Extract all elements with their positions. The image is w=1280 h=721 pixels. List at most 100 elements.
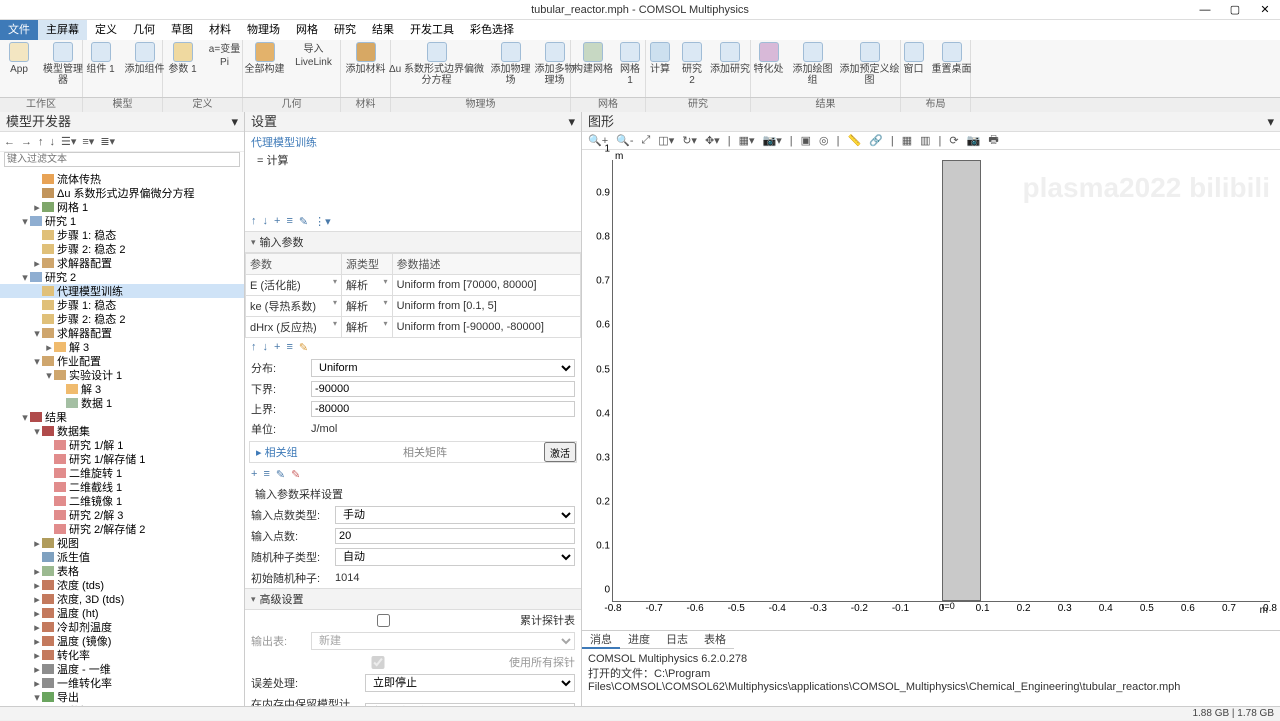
tree-item[interactable]: 代理模型训练 [0,284,244,298]
addstudy-button[interactable]: 添加研究 [710,42,750,86]
activate-button[interactable]: 激活 [544,442,576,462]
tree-item[interactable]: ▸冷却剂温度 [0,620,244,634]
npoints-type-select[interactable]: 手动 [335,506,575,524]
tree-item[interactable]: ▸浓度 (tds) [0,578,244,592]
tab-table[interactable]: 表格 [696,631,734,649]
measure-icon[interactable]: 📏 [845,134,863,147]
refresh-icon[interactable]: ⟳ [947,134,960,147]
tree-filter-input[interactable] [4,152,240,167]
print-icon[interactable]: 🖶 [986,131,1000,150]
compute-button[interactable]: 计算 [646,42,674,86]
tree-item[interactable]: 数据 1 [0,396,244,410]
addpredefplot-button[interactable]: 添加预定义绘图 [840,42,900,86]
tree-item[interactable]: 研究 1/解 1 [0,438,244,452]
grid-icon[interactable]: ▦ [900,134,914,147]
tree-item[interactable]: 流体传热 [0,172,244,186]
tree-item[interactable]: 步骤 1: 稳态 [0,298,244,312]
maximize-button[interactable]: ▢ [1220,0,1250,20]
tree-item[interactable]: 步骤 1: 稳态 [0,228,244,242]
tree-item[interactable]: 二维截线 1 [0,480,244,494]
feature-button[interactable]: 特化处 [752,42,786,86]
buildmesh-button[interactable]: 构建网格 [573,42,613,86]
nav-fwd-icon[interactable]: → [21,136,32,148]
pde-button[interactable]: Δu 系数形式边界偏微分方程 [387,42,487,86]
zoom-extents-icon[interactable]: ⤢ [639,134,652,147]
tab-log[interactable]: 日志 [658,631,696,649]
tree-item[interactable]: 二维镜像 1 [0,494,244,508]
tree-item[interactable]: ▾研究 2 [0,270,244,284]
model-tree[interactable]: 流体传热Δu 系数形式边界偏微分方程▸网格 1▾研究 1步骤 1: 稳态步骤 2… [0,170,244,706]
accum-probe-checkbox[interactable] [251,614,516,627]
plot-canvas[interactable]: plasma2022 bilibili m 00.10.20.30.40.50.… [582,150,1280,630]
tab-devtools[interactable]: 开发工具 [402,20,462,40]
expand-icon[interactable]: ≣▾ [100,135,115,148]
tab-messages[interactable]: 消息 [582,631,620,649]
upperbound-input[interactable] [311,401,575,417]
tree-item[interactable]: ▾作业配置 [0,354,244,368]
app-button[interactable]: App [0,42,39,86]
lowerbound-input[interactable] [311,381,575,397]
meshseq-button[interactable]: 网格 1 [617,42,643,86]
tree-item[interactable]: ▾导出 [0,690,244,704]
addplotgroup-button[interactable]: 添加绘图组 [790,42,836,86]
addphysics-button[interactable]: 添加物理场 [491,42,531,86]
zoom-out-icon[interactable]: 🔍- [614,134,635,147]
tab-home[interactable]: 主屏幕 [38,20,87,40]
tab-physics[interactable]: 物理场 [239,20,288,40]
addmultiphysics-button[interactable]: 添加多物理场 [535,42,575,86]
tree-item[interactable]: ▾求解器配置 [0,326,244,340]
snapshot-icon[interactable]: 📷 [965,134,983,147]
tree-item[interactable]: 数据 1 [0,704,244,706]
tree-item[interactable]: ▾结果 [0,410,244,424]
tree-item[interactable]: 派生值 [0,550,244,564]
nav-back-icon[interactable]: ← [4,136,15,148]
tree-item[interactable]: Δu 系数形式边界偏微分方程 [0,186,244,200]
variables-button[interactable]: a=变量Pi [207,42,243,75]
tree-item[interactable]: ▸温度 (ht) [0,606,244,620]
tree-item[interactable]: ▾研究 1 [0,214,244,228]
collapse-icon[interactable]: ≡▾ [82,135,94,148]
tree-item[interactable]: ▸解 3 [0,340,244,354]
tree-item[interactable]: ▸视图 [0,536,244,550]
tree-item[interactable]: ▾实验设计 1 [0,368,244,382]
memsave-select[interactable]: 仅最后一个 [365,703,575,706]
errorhandling-select[interactable]: 立即停止 [365,674,575,692]
section-input-params[interactable]: 输入参数 [245,231,581,253]
tree-item[interactable]: ▸转化率 [0,648,244,662]
tab-colorselect[interactable]: 彩色选择 [462,20,522,40]
tree-item[interactable]: ▸网格 1 [0,200,244,214]
tree-item[interactable]: 研究 2/解存储 2 [0,522,244,536]
npoints-input[interactable] [335,528,575,544]
study2-button[interactable]: 研究 2 [678,42,706,86]
close-button[interactable]: ✕ [1250,0,1280,20]
tree-item[interactable]: 步骤 2: 稳态 2 [0,242,244,256]
addmaterial-button[interactable]: 添加材料 [346,42,386,75]
camera-icon[interactable]: 📷▾ [761,134,784,147]
tree-item[interactable]: ▾数据集 [0,424,244,438]
tree-item[interactable]: 步骤 2: 稳态 2 [0,312,244,326]
link-icon[interactable]: 🔗 [867,134,885,147]
zoom-box-icon[interactable]: ◫▾ [656,134,676,147]
tab-sketch[interactable]: 草图 [163,20,201,40]
resetdesktop-button[interactable]: 重置桌面 [932,42,972,75]
tab-results[interactable]: 结果 [364,20,402,40]
more-icon[interactable]: ⋮▾ [314,215,331,228]
modelmgr-button[interactable]: 模型管理器 [43,42,83,86]
list-icon[interactable]: ≡ [286,215,292,228]
tab-study[interactable]: 研究 [326,20,364,40]
tree-item[interactable]: 研究 2/解 3 [0,508,244,522]
tree-item[interactable]: ▸温度 - 一维 [0,662,244,676]
edit-icon[interactable]: ✎ [299,215,308,228]
tree-item[interactable]: 研究 1/解存储 1 [0,452,244,466]
tree-item[interactable]: 解 3 [0,382,244,396]
seedtype-select[interactable]: 自动 [335,548,575,566]
tab-geometry[interactable]: 几何 [125,20,163,40]
moveup-icon[interactable]: ↑ [251,215,257,228]
input-params-table[interactable]: 参数源类型参数描述 E (活化能)解析Uniform from [70000, … [245,253,581,338]
tree-item[interactable]: ▸温度 (镜像) [0,634,244,648]
selectall-icon[interactable]: ◎ [817,134,831,147]
minimize-button[interactable]: — [1190,0,1220,20]
select-icon[interactable]: ▣ [799,134,813,147]
show-icon[interactable]: ☰▾ [61,135,76,148]
tree-item[interactable]: ▸浓度, 3D (tds) [0,592,244,606]
